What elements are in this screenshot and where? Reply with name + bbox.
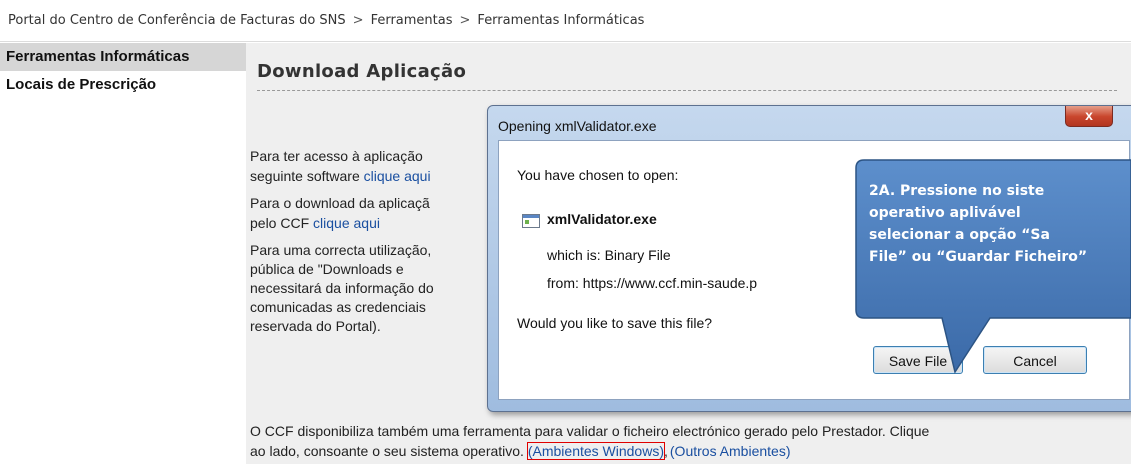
file-name: xmlValidator.exe bbox=[547, 211, 657, 227]
paragraph-line: O CCF disponibiliza também uma ferrament… bbox=[250, 423, 930, 439]
windows-download-link[interactable]: (Ambientes Windows) bbox=[526, 442, 666, 460]
file-source: from: https://www.ccf.min-saude.p bbox=[547, 275, 758, 291]
paragraph-line: necessitará da informação do bbox=[250, 280, 434, 296]
sidebar-item-locais-de-prescricao[interactable]: Locais de Prescrição bbox=[0, 71, 246, 99]
page-title: Download Aplicação bbox=[257, 61, 467, 82]
breadcrumb-separator: > bbox=[352, 13, 364, 28]
breadcrumb: Portal do Centro de Conferência de Factu… bbox=[0, 0, 1131, 42]
dialog-title: Opening xmlValidator.exe bbox=[498, 118, 657, 134]
paragraph-validator: O CCF disponibiliza também uma ferrament… bbox=[250, 421, 929, 461]
paragraph-line: Para o download da aplicaçã bbox=[250, 195, 430, 211]
paragraph-download: Para o download da aplicaçã pelo CCF cli… bbox=[250, 193, 430, 233]
paragraph-line: seguinte software clique aqui bbox=[250, 166, 431, 186]
breadcrumb-item-ferramentas[interactable]: Ferramentas bbox=[371, 13, 453, 28]
other-platforms-link[interactable]: (Outros Ambientes) bbox=[670, 443, 791, 459]
breadcrumb-item-portal[interactable]: Portal do Centro de Conferência de Factu… bbox=[8, 13, 346, 28]
file-type: which is: Binary File bbox=[547, 247, 671, 263]
paragraph-line: pelo CCF clique aqui bbox=[250, 213, 430, 233]
title-divider bbox=[257, 90, 1117, 91]
download-link[interactable]: clique aqui bbox=[313, 215, 380, 231]
chosen-label: You have chosen to open: bbox=[517, 167, 679, 183]
paragraph-text: seguinte software bbox=[250, 168, 364, 184]
paragraph-text: pelo CCF bbox=[250, 215, 314, 231]
paragraph-line: Para ter acesso à aplicação bbox=[250, 148, 423, 164]
paragraph-line: pública de "Downloads e bbox=[250, 261, 404, 277]
breadcrumb-item-ferramentas-informaticas[interactable]: Ferramentas Informáticas bbox=[477, 13, 644, 28]
close-button[interactable]: x bbox=[1065, 106, 1113, 127]
cancel-button[interactable]: Cancel bbox=[983, 346, 1087, 374]
breadcrumb-separator: > bbox=[459, 13, 471, 28]
save-file-button[interactable]: Save File bbox=[873, 346, 963, 374]
paragraph-access: Para ter acesso à aplicação seguinte sof… bbox=[250, 146, 431, 186]
save-question: Would you like to save this file? bbox=[517, 315, 713, 331]
paragraph-line: Para uma correcta utilização, bbox=[250, 242, 432, 258]
file-icon bbox=[522, 214, 540, 228]
comma-separator: , bbox=[664, 443, 668, 459]
paragraph-line: comunicadas as credenciais bbox=[250, 299, 426, 315]
paragraph-line: ao lado, consoante o seu sistema operati… bbox=[250, 441, 929, 461]
software-link[interactable]: clique aqui bbox=[364, 168, 431, 184]
paragraph-text: ao lado, consoante o seu sistema operati… bbox=[250, 443, 528, 459]
paragraph-usage: Para uma correcta utilização, pública de… bbox=[250, 241, 434, 336]
sidebar: Ferramentas Informáticas Locais de Presc… bbox=[0, 43, 246, 464]
sidebar-item-ferramentas-informaticas[interactable]: Ferramentas Informáticas bbox=[0, 43, 246, 71]
paragraph-line: reservada do Portal). bbox=[250, 318, 381, 334]
